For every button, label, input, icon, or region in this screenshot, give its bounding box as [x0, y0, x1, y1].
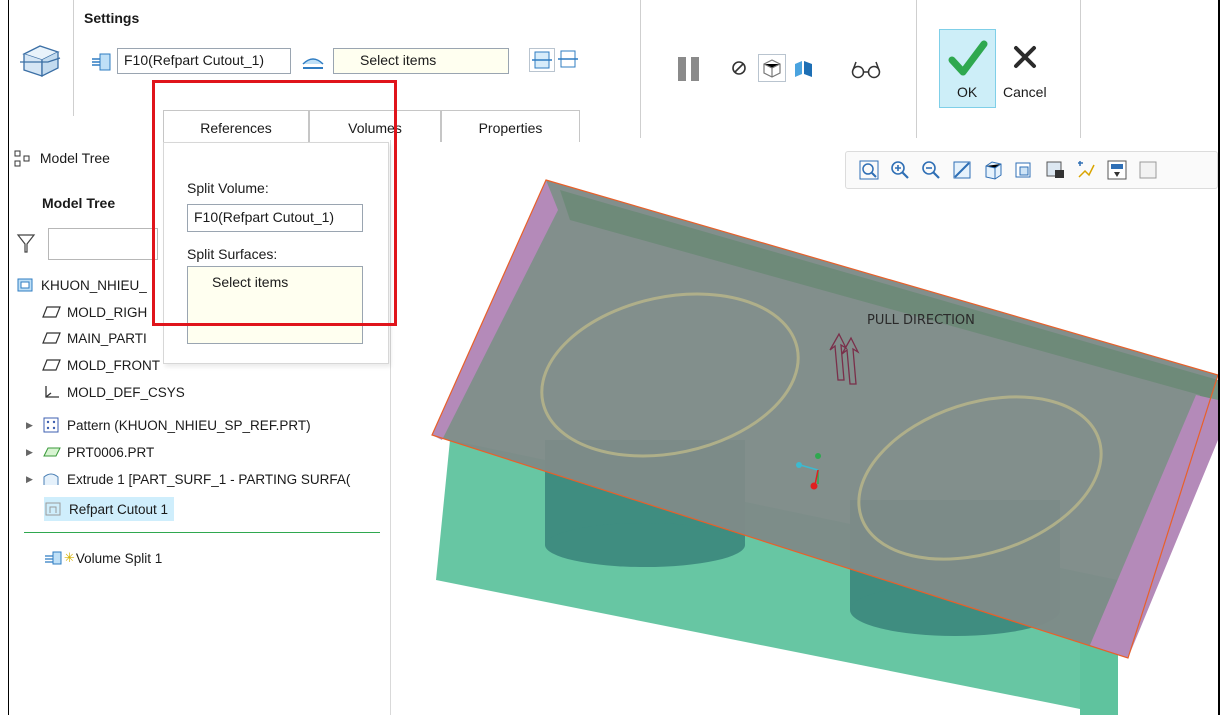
- new-feature-star-icon: ✳: [64, 550, 75, 565]
- settings-group-label: Settings: [84, 10, 140, 26]
- insert-here-line[interactable]: [24, 532, 380, 533]
- split-layer-alt-icon[interactable]: [556, 48, 582, 72]
- split-volume-field[interactable]: F10(Refpart Cutout_1): [117, 48, 291, 74]
- pull-direction-label: PULL DIRECTION: [867, 313, 975, 328]
- repaint-icon[interactable]: [951, 159, 973, 181]
- model-tree-icon: [14, 150, 30, 167]
- tree-item-prt0006[interactable]: ▶ PRT0006.PRT: [26, 440, 154, 464]
- zoom-in-icon[interactable]: [889, 159, 911, 181]
- tree-filter-input[interactable]: [48, 228, 158, 260]
- tree-item-label: MAIN_PARTI: [67, 330, 147, 346]
- annotation-highlight-box: [152, 80, 397, 326]
- tree-item-mold-front[interactable]: MOLD_FRONT: [42, 353, 160, 377]
- no-preview-icon[interactable]: [729, 58, 749, 78]
- model-tree-tab[interactable]: Model Tree: [14, 150, 110, 180]
- cancel-button[interactable]: Cancel: [1003, 84, 1047, 100]
- saved-views-icon[interactable]: [1013, 159, 1035, 181]
- datum-plane-icon: [42, 306, 61, 318]
- tree-item-pattern[interactable]: ▶ Pattern (KHUON_NHIEU_SP_REF.PRT): [26, 413, 311, 437]
- tree-item-volume-split[interactable]: ✳ Volume Split 1: [44, 546, 162, 570]
- pause-icon[interactable]: [676, 55, 702, 83]
- surface-icon: [43, 473, 59, 485]
- checkmark-icon: [948, 40, 988, 76]
- tree-item-assembly[interactable]: KHUON_NHIEU_: [16, 273, 147, 297]
- tree-item-label: MOLD_DEF_CSYS: [67, 384, 185, 400]
- ribbon-separator: [916, 0, 917, 138]
- tab-properties[interactable]: Properties: [441, 110, 580, 142]
- tree-item-label: Pattern (KHUON_NHIEU_SP_REF.PRT): [67, 417, 311, 433]
- part-icon: [43, 447, 61, 457]
- assembly-icon: [17, 278, 33, 292]
- refit-icon[interactable]: [858, 159, 880, 181]
- model-tree-title: Model Tree: [42, 195, 116, 211]
- datum-plane-icon: [42, 359, 61, 371]
- annotation-display-icon[interactable]: [1106, 159, 1128, 181]
- model-tree-tab-label[interactable]: Model Tree: [40, 150, 110, 166]
- cutout-icon: [45, 502, 61, 516]
- graphics-toolbar: [845, 151, 1218, 189]
- tree-item-label: Extrude 1 [PART_SURF_1 - PARTING SURFA(: [67, 471, 351, 487]
- ribbon-separator: [1080, 0, 1081, 138]
- expand-arrow-icon[interactable]: ▶: [26, 447, 36, 458]
- ok-button-label[interactable]: OK: [957, 84, 977, 100]
- expand-arrow-icon[interactable]: ▶: [26, 474, 36, 485]
- tree-item-label: KHUON_NHIEU_: [41, 277, 147, 293]
- datum-plane-icon: [42, 332, 61, 344]
- datum-display-icon[interactable]: [1075, 159, 1097, 181]
- tree-item-mold-def-csys[interactable]: MOLD_DEF_CSYS: [42, 380, 185, 404]
- display-style-icon[interactable]: [982, 159, 1004, 181]
- more-display-icon[interactable]: [1137, 159, 1159, 181]
- tree-item-label: Refpart Cutout 1: [69, 501, 169, 517]
- tree-item-label: MOLD_RIGH: [67, 304, 148, 320]
- pattern-icon: [43, 417, 59, 433]
- tree-item-label: PRT0006.PRT: [67, 444, 155, 460]
- view-manager-icon[interactable]: [1044, 159, 1066, 181]
- graphics-viewport[interactable]: [390, 140, 1218, 715]
- volume-split-icon: [45, 551, 62, 565]
- ribbon-separator: [73, 0, 74, 116]
- expand-arrow-icon[interactable]: ▶: [26, 420, 36, 431]
- split-surface-icon: [300, 50, 326, 74]
- zoom-out-icon[interactable]: [920, 159, 942, 181]
- split-layer-icon[interactable]: [529, 48, 555, 72]
- tree-item-label: Volume Split 1: [75, 550, 163, 566]
- filter-icon[interactable]: [16, 232, 36, 254]
- tree-item-main-parting[interactable]: MAIN_PARTI: [42, 326, 147, 350]
- csys-icon: [45, 386, 59, 398]
- tree-item-extrude-1[interactable]: ▶ Extrude 1 [PART_SURF_1 - PARTING SURFA…: [26, 467, 350, 491]
- ribbon-separator: [640, 0, 641, 138]
- tree-item-refpart-cutout[interactable]: Refpart Cutout 1: [44, 497, 175, 521]
- cancel-x-icon[interactable]: [1012, 44, 1038, 70]
- feature-preview-icon[interactable]: [792, 56, 818, 80]
- tree-item-mold-right[interactable]: MOLD_RIGH: [42, 300, 147, 324]
- split-volume-icon: [90, 50, 116, 74]
- split-surfaces-field[interactable]: Select items: [333, 48, 509, 74]
- geometry-preview-icon[interactable]: [758, 54, 786, 82]
- tree-item-label: MOLD_FRONT: [67, 357, 161, 373]
- volume-split-type-icon[interactable]: [18, 40, 62, 80]
- verify-glasses-icon[interactable]: [850, 60, 882, 80]
